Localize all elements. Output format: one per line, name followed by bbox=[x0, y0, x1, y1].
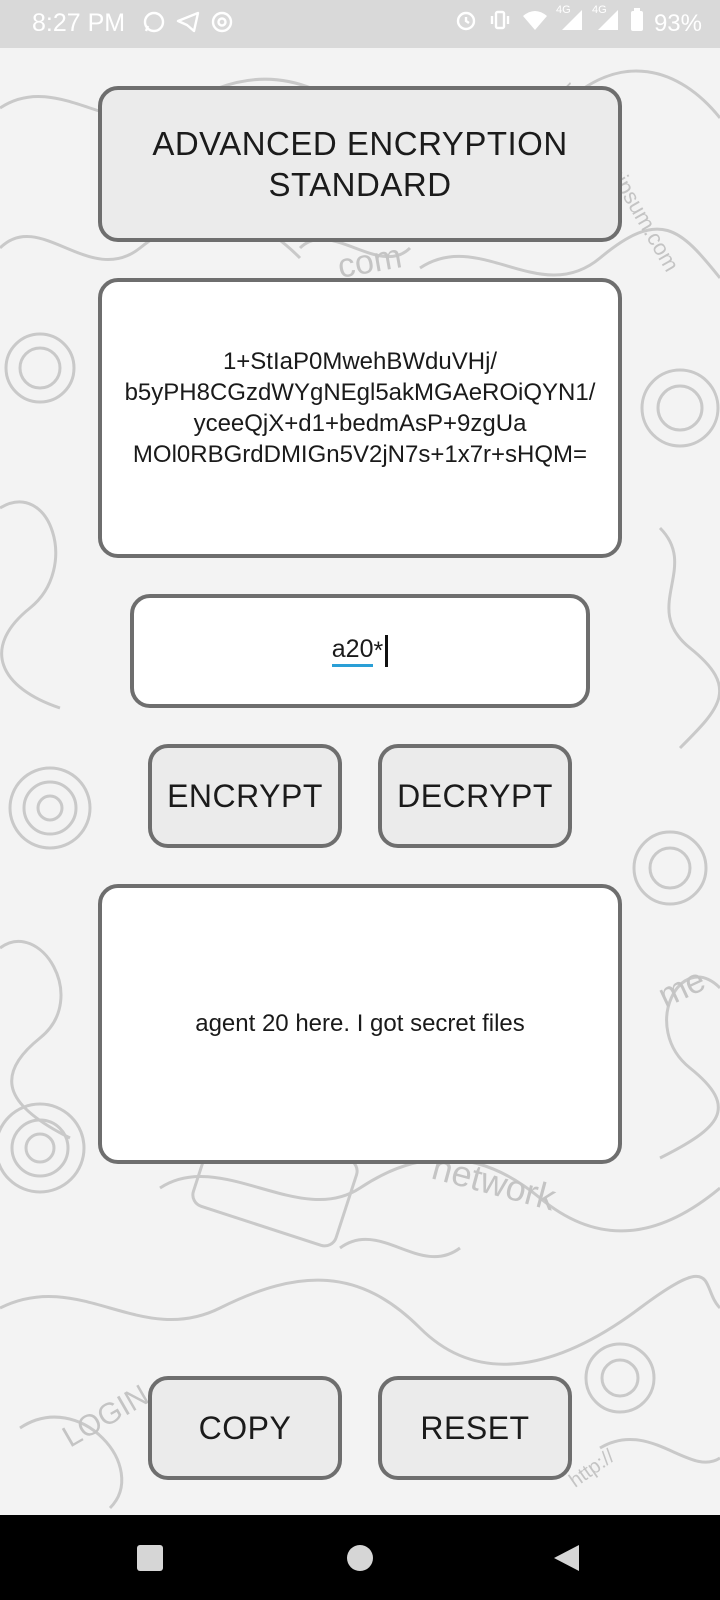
back-button[interactable] bbox=[526, 1515, 606, 1600]
signal-4g-label: 4G bbox=[555, 4, 571, 16]
title-panel: ADVANCED ENCRYPTION STANDARD bbox=[98, 86, 622, 242]
plain-text: agent 20 here. I got secret files bbox=[195, 1010, 525, 1037]
cipher-text: 1+StIaP0MwehBWduVHj/ b5yPH8CGzdWYgNEgl5a… bbox=[124, 348, 596, 468]
doodle-text-me: me bbox=[652, 961, 711, 1015]
wifi-icon bbox=[522, 8, 548, 39]
recents-button[interactable] bbox=[110, 1515, 190, 1600]
cipher-text-box[interactable]: 1+StIaP0MwehBWduVHj/ b5yPH8CGzdWYgNEgl5a… bbox=[98, 278, 622, 558]
key-input-box[interactable]: a20 * bbox=[130, 594, 590, 708]
reset-button[interactable]: RESET bbox=[378, 1376, 572, 1480]
key-input[interactable]: a20 * bbox=[331, 635, 389, 667]
sync-icon bbox=[210, 10, 234, 41]
status-notification-icons bbox=[142, 10, 234, 41]
text-cursor bbox=[385, 635, 389, 667]
battery-icon bbox=[630, 8, 644, 39]
recents-square-icon bbox=[137, 1544, 163, 1571]
telegram-icon bbox=[176, 10, 200, 41]
status-bar: 8:27 PM 4G 4G 93% bbox=[0, 0, 720, 48]
home-circle-icon bbox=[347, 1544, 373, 1571]
signal-4g-icon: 4G bbox=[556, 4, 584, 39]
whatsapp-icon bbox=[142, 10, 166, 41]
key-input-composing-text: a20 bbox=[331, 635, 374, 667]
signal-4g-label: 4G bbox=[591, 4, 607, 16]
navigation-bar bbox=[0, 1515, 720, 1600]
doodle-background: www.loremipsum.com com LOGIN network me … bbox=[0, 48, 720, 1515]
signal-4g-icon: 4G bbox=[592, 4, 620, 39]
page-title: ADVANCED ENCRYPTION STANDARD bbox=[152, 124, 568, 203]
status-system-icons: 4G 4G 93% bbox=[454, 4, 702, 39]
plain-text-box[interactable]: agent 20 here. I got secret files bbox=[98, 884, 622, 1164]
status-time: 8:27 PM bbox=[32, 9, 126, 37]
alarm-icon bbox=[454, 8, 478, 39]
home-button[interactable] bbox=[320, 1515, 400, 1600]
decrypt-button[interactable]: DECRYPT bbox=[378, 744, 572, 848]
copy-button[interactable]: COPY bbox=[148, 1376, 342, 1480]
encrypt-button[interactable]: ENCRYPT bbox=[148, 744, 342, 848]
key-input-trailing-text: * bbox=[373, 636, 384, 665]
back-triangle-icon bbox=[554, 1544, 579, 1571]
doodle-pattern: www.loremipsum.com com LOGIN network me … bbox=[0, 69, 720, 1510]
battery-percentage: 93% bbox=[653, 9, 702, 37]
vibrate-icon bbox=[488, 8, 512, 39]
doodle-text-http: http:// bbox=[565, 1445, 619, 1492]
